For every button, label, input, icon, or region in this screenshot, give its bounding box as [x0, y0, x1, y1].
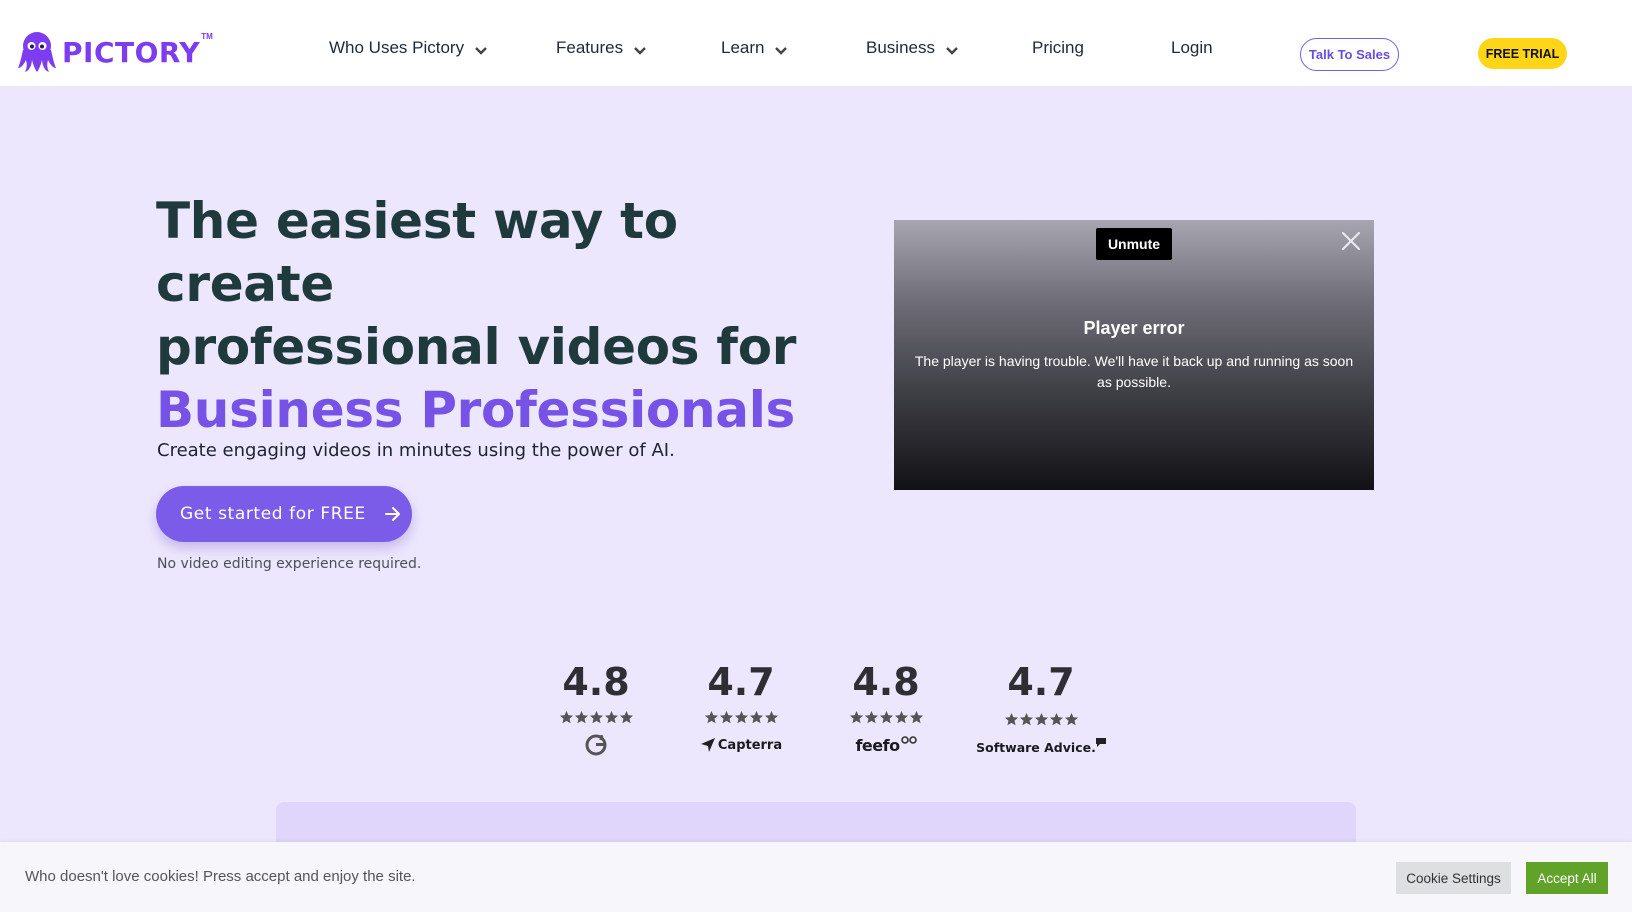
nav-label: Business: [866, 38, 935, 57]
hero-title-accent: Business Professionals: [156, 381, 796, 439]
rating-score: 4.7: [1007, 660, 1075, 704]
talk-to-sales-button[interactable]: Talk To Sales: [1300, 38, 1399, 71]
nav-pricing[interactable]: Pricing: [1032, 38, 1084, 58]
cookie-settings-button[interactable]: Cookie Settings: [1396, 862, 1511, 894]
capterra-text: Capterra: [717, 737, 783, 753]
hero-subtitle: Create engaging videos in minutes using …: [157, 440, 675, 461]
accept-all-button[interactable]: Accept All: [1526, 862, 1608, 894]
star-icon: [619, 711, 633, 724]
software-advice-text: Software Advice.: [976, 739, 1096, 755]
chevron-down-icon: [946, 47, 958, 55]
hero-title: The easiest way to create professional v…: [156, 190, 836, 442]
arrow-right-icon: [384, 507, 400, 521]
star-icon: [1019, 713, 1033, 726]
star-icon: [559, 711, 573, 724]
nav-learn[interactable]: Learn: [721, 38, 789, 58]
nav-business[interactable]: Business: [866, 38, 960, 58]
rating-score: 4.8: [562, 660, 630, 704]
site-header: PICTORY TM Who Uses Pictory Features Lea…: [0, 0, 1632, 86]
chevron-down-icon: [775, 47, 788, 55]
rating-feefo: 4.8 feefo: [821, 660, 951, 758]
nav-label: Pricing: [1032, 38, 1084, 57]
player-error-message: The player is having trouble. We'll have…: [914, 353, 1354, 390]
nav-label: Login: [1171, 38, 1213, 57]
star-rating: [849, 710, 924, 726]
feefo-text: feefo: [855, 735, 900, 755]
octopus-logo-icon: [18, 32, 56, 72]
get-started-button[interactable]: Get started for FREE: [156, 486, 412, 542]
feefo-logo-icon: feefo: [855, 732, 917, 758]
star-icon: [574, 711, 588, 724]
free-trial-button[interactable]: FREE TRIAL: [1478, 38, 1567, 69]
nav-label: Learn: [721, 38, 765, 57]
video-player[interactable]: Unmute Player error The player is having…: [894, 220, 1374, 490]
logo-text: PICTORY: [62, 35, 201, 69]
nav-label: Features: [556, 38, 624, 57]
star-icon: [749, 711, 763, 724]
rating-capterra: 4.7 Capterra: [676, 660, 806, 758]
nav-features[interactable]: Features: [556, 38, 648, 58]
star-icon: [1049, 713, 1063, 726]
rating-software-advice: 4.7 Software Advice.: [976, 660, 1106, 760]
hero-title-line-1: The easiest way to create: [156, 192, 678, 313]
star-rating: [559, 710, 634, 726]
cookie-message: Who doesn't love cookies! Press accept a…: [25, 868, 416, 885]
rating-score: 4.7: [707, 660, 775, 704]
player-error-title: Player error: [1083, 318, 1185, 338]
logo-trademark: TM: [201, 31, 213, 41]
star-icon: [864, 711, 878, 724]
unmute-button[interactable]: Unmute: [1096, 228, 1172, 260]
star-icon: [879, 711, 893, 724]
g2-logo-icon: 2: [584, 732, 608, 758]
nav-login[interactable]: Login: [1171, 38, 1213, 58]
star-icon: [1034, 713, 1048, 726]
pictory-logo[interactable]: PICTORY TM: [16, 30, 213, 74]
star-rating: [1004, 712, 1079, 728]
nav-who-uses-pictory[interactable]: Who Uses Pictory: [329, 38, 489, 58]
star-icon: [734, 711, 748, 724]
star-icon: [909, 711, 923, 724]
hero-note: No video editing experience required.: [157, 556, 422, 572]
star-icon: [894, 711, 908, 724]
capterra-logo-icon: Capterra: [700, 732, 782, 758]
star-icon: [704, 711, 718, 724]
hero-title-line-2: professional videos for: [156, 318, 797, 376]
star-icon: [1004, 713, 1018, 726]
nav-label: Who Uses Pictory: [329, 38, 465, 57]
rating-score: 4.8: [852, 660, 920, 704]
star-icon: [1064, 713, 1078, 726]
rating-g2: 4.8 2: [531, 660, 661, 758]
chevron-down-icon: [634, 47, 646, 55]
software-advice-logo-icon: Software Advice.: [976, 734, 1106, 760]
star-rating: [704, 710, 779, 726]
svg-text:2: 2: [599, 734, 604, 742]
get-started-label: Get started for FREE: [180, 504, 366, 524]
star-icon: [764, 711, 778, 724]
close-icon[interactable]: [1340, 230, 1362, 252]
star-icon: [849, 711, 863, 724]
star-icon: [589, 711, 603, 724]
cookie-banner: Who doesn't love cookies! Press accept a…: [0, 842, 1632, 912]
star-icon: [604, 711, 618, 724]
star-icon: [719, 711, 733, 724]
chevron-down-icon: [475, 47, 487, 55]
